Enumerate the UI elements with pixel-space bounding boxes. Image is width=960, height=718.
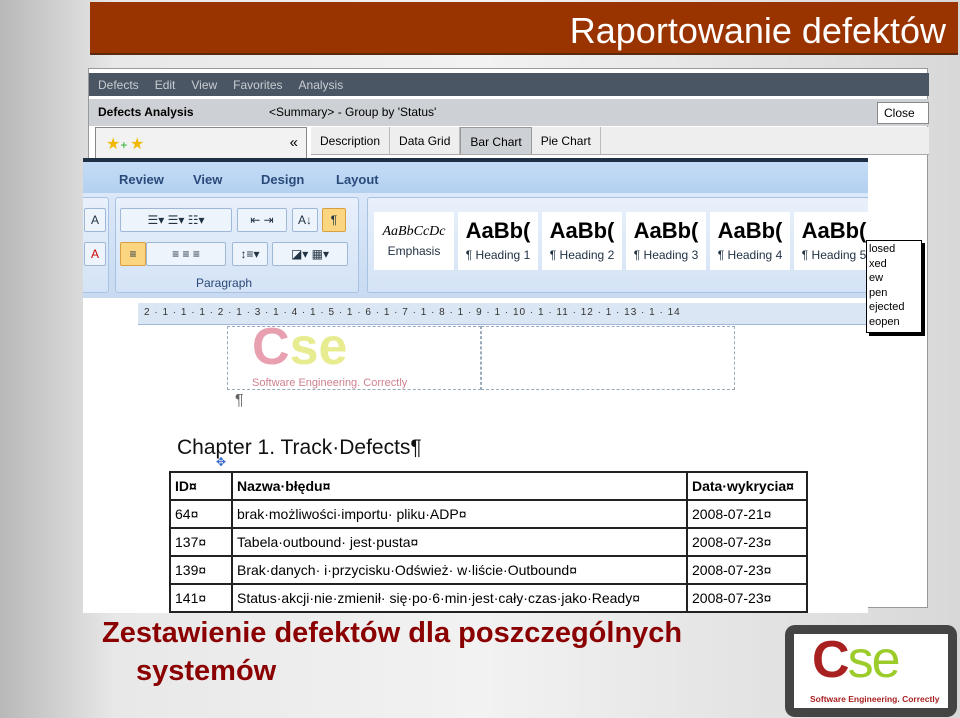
cell-id: 64¤: [169, 499, 233, 529]
pilcrow: ¶: [235, 392, 244, 409]
cell-id: 141¤: [169, 583, 233, 613]
list-buttons-icon[interactable]: ☰▾ ☰▾ ☷▾: [120, 208, 232, 232]
menu-defects[interactable]: Defects: [98, 78, 139, 92]
cell-id: 139¤: [169, 555, 233, 585]
summary-label: <Summary> - Group by 'Status': [269, 105, 437, 119]
favorites-panel: ★+ ★ «: [95, 127, 307, 161]
table-row: 137¤ Tabela·outbound· jest·pusta¤ 2008-07-…: [169, 527, 808, 557]
legend-item: eopen: [869, 315, 900, 328]
header-logo-cell: Cse Software Engineering. Correctly: [227, 318, 481, 390]
cell-name: Brak·danych· i·przycisku·Odśwież· w·liśc…: [231, 555, 688, 585]
add-favorite-icon[interactable]: ★+: [106, 134, 127, 154]
toolbar: Defects Analysis <Summary> - Group by 'S…: [89, 99, 929, 126]
menu-bar: Defects Edit View Favorites Analysis: [89, 73, 929, 96]
align-left-icon[interactable]: ≡: [120, 242, 146, 266]
shading-borders-icon[interactable]: ◪▾ ▦▾: [272, 242, 348, 266]
paragraph-group-label: Paragraph: [196, 276, 253, 290]
slide-title: Raportowanie defektów: [90, 2, 958, 55]
indent-icon[interactable]: ⇤ ⇥: [237, 208, 287, 232]
slide-subtitle: Zestawienie defektów dla poszczególnych …: [102, 614, 682, 690]
style-heading-2[interactable]: AaBb(¶ Heading 2: [542, 212, 622, 270]
style-heading-5[interactable]: AaBb(¶ Heading 5: [794, 212, 868, 270]
style-heading-1[interactable]: AaBb(¶ Heading 1: [458, 212, 538, 270]
font-group: A A: [83, 197, 109, 293]
menu-favorites[interactable]: Favorites: [233, 78, 282, 92]
cell-date: 2008-07-21¤: [686, 499, 808, 529]
legend-item: ew: [869, 272, 884, 284]
chart-legend: losed xed ew pen ejected eopen: [866, 240, 922, 333]
sort-icon[interactable]: A↓: [292, 208, 318, 232]
cell-name: Tabela·outbound· jest·pusta¤: [231, 527, 688, 557]
cell-name: Status·akcji·nie·zmienił· się·po·6·min·j…: [231, 583, 688, 613]
menu-analysis[interactable]: Analysis: [299, 78, 344, 92]
view-tabs: Description Data Grid Bar Chart Pie Char…: [311, 127, 929, 155]
styles-gallery: AaBbCcDc Emphasis AaBb(¶ Heading 1 AaBb(¶…: [367, 197, 868, 293]
subtitle-line-1: Zestawienie defektów dla poszczególnych: [102, 617, 683, 649]
style-heading-3[interactable]: AaBb(¶ Heading 3: [626, 212, 706, 270]
ribbon-tabs: Review View Design Layout: [83, 158, 868, 193]
tab-bar-chart[interactable]: Bar Chart: [460, 127, 532, 154]
tab-design[interactable]: Design: [261, 172, 304, 187]
cell-name: brak·możliwości·importu· pliku·ADP¤: [231, 499, 688, 529]
header-date: Data·wykrycia¤: [686, 471, 808, 501]
subtitle-line-2: systemów: [136, 655, 277, 687]
chapter-heading: Chapter 1. Track·Defects¶: [177, 436, 422, 459]
ruler[interactable]: 2 · 1 · 1 · 1 · 2 · 1 · 3 · 1 · 4 · 1 · …: [138, 303, 868, 325]
defects-table: ID¤ Nazwa·błędu¤ Data·wykrycia¤ 64¤ brak·…: [169, 471, 808, 613]
header-name: Nazwa·błędu¤: [231, 471, 688, 501]
tab-data-grid[interactable]: Data Grid: [390, 127, 461, 154]
tab-description[interactable]: Description: [311, 127, 391, 154]
header-logo: Cse: [252, 318, 348, 376]
logo-mark: Cse: [812, 631, 900, 689]
header-logo-tagline: Software Engineering. Correctly: [252, 377, 408, 389]
header-cell: [481, 326, 735, 390]
header-id: ID¤: [169, 471, 233, 501]
logo-tagline: Software Engineering. Correctly: [810, 694, 940, 704]
collapse-button[interactable]: «: [290, 134, 298, 151]
cell-id: 137¤: [169, 527, 233, 557]
clear-format-icon[interactable]: A: [84, 208, 106, 232]
ribbon: A A ☰▾ ☰▾ ☷▾ ⇤ ⇥ A↓ ¶ ≡ ≡ ≡ ≡ ↕≡▾ ◪▾ ▦▾ …: [83, 193, 868, 298]
star-icon[interactable]: ★: [130, 134, 144, 154]
cell-date: 2008-07-23¤: [686, 583, 808, 613]
tab-review[interactable]: Review: [119, 172, 164, 187]
table-header-row: ID¤ Nazwa·błędu¤ Data·wykrycia¤: [169, 471, 808, 501]
legend-item: pen: [869, 286, 888, 299]
panel-title: Defects Analysis: [98, 105, 194, 119]
show-marks-icon[interactable]: ¶: [322, 208, 346, 232]
close-button[interactable]: Close: [877, 102, 929, 124]
table-row: 141¤ Status·akcji·nie·zmienił· się·po·6·m…: [169, 583, 808, 613]
tab-layout[interactable]: Layout: [336, 172, 379, 187]
legend-item: ejected: [869, 301, 905, 313]
cell-date: 2008-07-23¤: [686, 527, 808, 557]
font-color-icon[interactable]: A: [84, 242, 106, 266]
style-heading-4[interactable]: AaBb(¶ Heading 4: [710, 212, 790, 270]
menu-edit[interactable]: Edit: [155, 78, 176, 92]
table-move-handle-icon[interactable]: ✥: [216, 455, 226, 469]
company-logo: Cse Software Engineering. Correctly: [785, 625, 957, 717]
align-buttons-icon[interactable]: ≡ ≡ ≡: [146, 242, 226, 266]
word-window: Review View Design Layout A A ☰▾ ☰▾ ☷▾ ⇤…: [83, 158, 868, 613]
cell-date: 2008-07-23¤: [686, 555, 808, 585]
table-row: 64¤ brak·możliwości·importu· pliku·ADP¤ 20…: [169, 499, 808, 529]
menu-view[interactable]: View: [191, 78, 217, 92]
table-row: 139¤ Brak·danych· i·przycisku·Odśwież· w·…: [169, 555, 808, 585]
paragraph-group: ☰▾ ☰▾ ☷▾ ⇤ ⇥ A↓ ¶ ≡ ≡ ≡ ≡ ↕≡▾ ◪▾ ▦▾ Para…: [115, 197, 359, 293]
tab-view[interactable]: View: [193, 172, 222, 187]
line-spacing-icon[interactable]: ↕≡▾: [232, 242, 268, 266]
style-emphasis[interactable]: AaBbCcDc Emphasis: [374, 212, 454, 270]
legend-item: xed: [869, 257, 887, 270]
tab-pie-chart[interactable]: Pie Chart: [532, 127, 601, 154]
legend-item: losed: [869, 243, 896, 255]
